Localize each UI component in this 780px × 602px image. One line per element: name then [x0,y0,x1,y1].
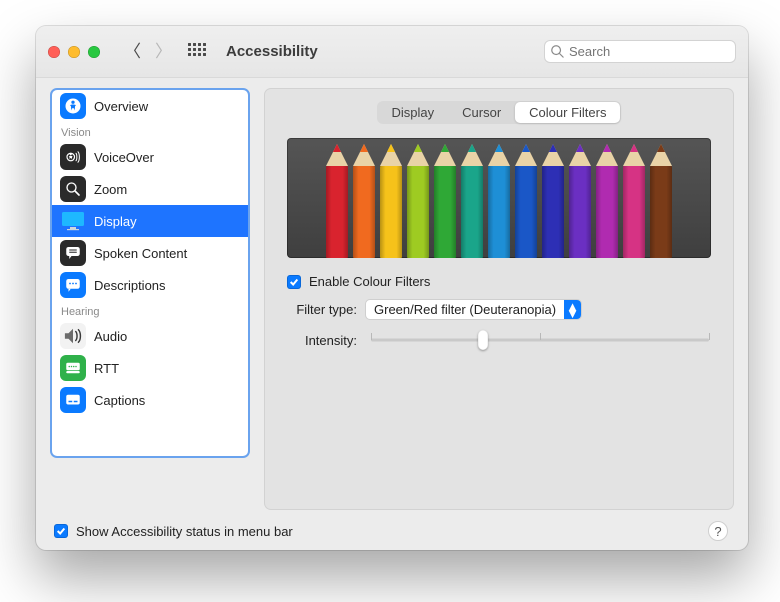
pencil [622,140,646,258]
captions-icon [60,387,86,413]
sidebar-item-label: Captions [94,393,145,408]
sidebar-item-label: Audio [94,329,127,344]
overview-icon [60,93,86,119]
sidebar-item-descriptions[interactable]: Descriptions [52,269,248,301]
sidebar-list[interactable]: Overview Vision VoiceOver Zoom [52,90,248,456]
show-all-prefs-button[interactable] [188,43,206,61]
nav-arrows: 〈 〉 [124,43,172,60]
sidebar-item-rtt[interactable]: RTT [52,352,248,384]
zoom-icon [60,176,86,202]
sidebar-item-spoken-content[interactable]: Spoken Content [52,237,248,269]
sidebar-section-hearing: Hearing [52,301,248,320]
sidebar: Overview Vision VoiceOver Zoom [50,88,250,458]
intensity-slider[interactable] [371,330,709,350]
content-panel: Display Cursor Colour Filters Enable Col… [264,88,734,510]
minimize-window-button[interactable] [68,46,80,58]
tab-cursor[interactable]: Cursor [448,102,515,123]
search-field-wrap [544,40,736,63]
sidebar-item-label: Descriptions [94,278,166,293]
sidebar-item-label: VoiceOver [94,150,154,165]
sidebar-item-label: Overview [94,99,148,114]
window-body: Overview Vision VoiceOver Zoom [36,78,748,550]
sidebar-item-zoom[interactable]: Zoom [52,173,248,205]
spoken-content-icon [60,240,86,266]
tab-display[interactable]: Display [378,102,449,123]
sidebar-item-captions[interactable]: Captions [52,384,248,416]
intensity-row: Intensity: [287,330,711,350]
descriptions-icon [60,272,86,298]
preferences-window: 〈 〉 Accessibility Overview [36,26,748,550]
colour-filters-form: Enable Colour Filters Filter type: Green… [287,274,711,350]
close-window-button[interactable] [48,46,60,58]
tab-colour-filters[interactable]: Colour Filters [515,102,620,123]
window-title: Accessibility [226,43,318,60]
pencil [487,140,511,258]
rtt-icon [60,355,86,381]
pencil [406,140,430,258]
search-icon [550,44,564,58]
sidebar-item-label: Display [94,214,137,229]
filter-type-select[interactable]: Green/Red filter (Deuteranopia) ▲▼ [365,299,582,320]
forward-button: 〉 [155,43,172,60]
enable-colour-filters-label: Enable Colour Filters [309,274,430,289]
search-input[interactable] [544,40,736,63]
tab-segmented-control: Display Cursor Colour Filters [377,101,622,124]
sidebar-item-audio[interactable]: Audio [52,320,248,352]
back-button[interactable]: 〈 [124,43,141,60]
select-stepper-icon: ▲▼ [564,300,581,319]
footer: Show Accessibility status in menu bar ? [50,520,734,542]
filter-type-value: Green/Red filter (Deuteranopia) [366,302,564,317]
filter-type-row: Filter type: Green/Red filter (Deuterano… [287,299,711,320]
sidebar-item-label: Spoken Content [94,246,187,261]
zoom-window-button[interactable] [88,46,100,58]
pencil [541,140,565,258]
window-controls [48,46,100,58]
voiceover-icon [60,144,86,170]
display-icon [60,208,86,234]
pencil [352,140,376,258]
enable-colour-filters-row[interactable]: Enable Colour Filters [287,274,711,289]
sidebar-item-display[interactable]: Display [52,205,248,237]
help-button[interactable]: ? [708,521,728,541]
sidebar-item-overview[interactable]: Overview [52,90,248,122]
pencil [649,140,673,258]
pencil [433,140,457,258]
sidebar-item-label: Zoom [94,182,127,197]
audio-icon [60,323,86,349]
enable-colour-filters-checkbox[interactable] [287,275,301,289]
intensity-slider-thumb[interactable] [478,330,488,350]
pencil [595,140,619,258]
pencil [460,140,484,258]
pencil [379,140,403,258]
pencil [568,140,592,258]
colour-preview [287,138,711,258]
pencil [514,140,538,258]
sidebar-section-vision: Vision [52,122,248,141]
show-status-menubar-label: Show Accessibility status in menu bar [76,524,293,539]
show-status-menubar-checkbox[interactable] [54,524,68,538]
filter-type-label: Filter type: [287,302,357,317]
pencil [325,140,349,258]
sidebar-item-voiceover[interactable]: VoiceOver [52,141,248,173]
sidebar-item-label: RTT [94,361,119,376]
toolbar: 〈 〉 Accessibility [36,26,748,78]
intensity-label: Intensity: [287,333,357,348]
